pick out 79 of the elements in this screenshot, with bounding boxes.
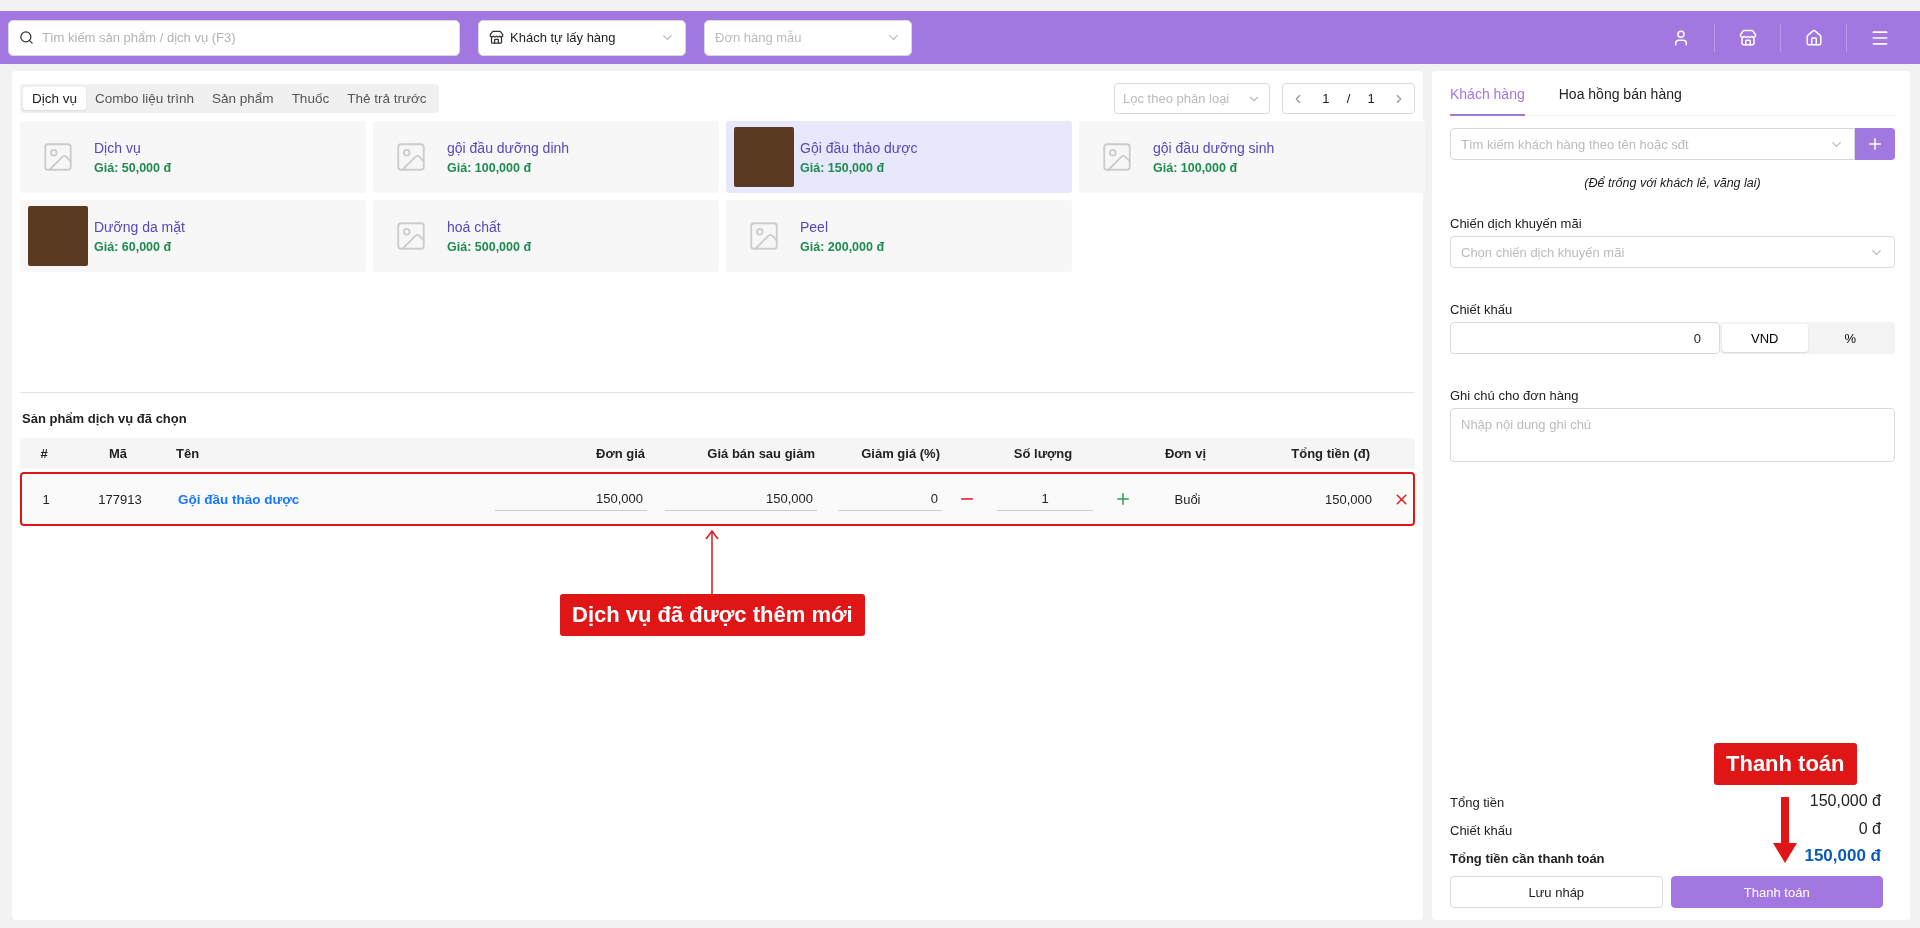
total-label: Tổng tiền cần thanh toán	[1450, 851, 1605, 866]
discount-input[interactable]: 0	[1450, 322, 1720, 354]
unit-option[interactable]: %	[1807, 324, 1893, 352]
column-header: #	[39, 446, 49, 461]
item-name-link[interactable]: Gội đầu thảo dược	[170, 491, 485, 507]
product-card[interactable]: Gội đầu thảo dược Giá: 150,000 đ	[726, 121, 1072, 193]
page-total: 1	[1367, 91, 1375, 106]
table-cell-text: 1	[41, 491, 51, 507]
delivery-select[interactable]: Khách tự lấy hàng	[478, 19, 686, 56]
product-price: Giá: 500,000 đ	[447, 239, 532, 254]
table-cell-text: Buổi	[1173, 491, 1202, 507]
product-card[interactable]: Dịch vụ Giá: 50,000 đ	[20, 121, 366, 193]
category-tab[interactable]: Thuốc	[282, 87, 339, 110]
product-price: Giá: 200,000 đ	[800, 239, 885, 254]
column-header: Tổng tiền (đ)	[1290, 446, 1371, 461]
category-tab[interactable]: Dịch vụ	[23, 87, 86, 110]
panel-tab[interactable]: Khách hàng	[1450, 81, 1525, 116]
column-header: Tên	[175, 446, 201, 461]
search-icon	[19, 30, 34, 45]
product-card[interactable]: gội đầu dưỡng dinh Giá: 100,000 đ	[373, 121, 719, 193]
product-price: Giá: 50,000 đ	[94, 160, 172, 175]
photo-placeholder	[734, 127, 794, 187]
total-value: 150,000 đ	[1809, 792, 1881, 810]
product-card[interactable]: Dưỡng da mặt Giá: 60,000 đ	[20, 200, 366, 272]
total-label: Chiết khấu	[1450, 823, 1513, 838]
product-name: gội đầu dưỡng sinh	[1153, 139, 1275, 156]
total-value: 0 đ	[1858, 820, 1881, 838]
quantity-input[interactable]: 1	[997, 487, 1093, 511]
store-icon	[489, 30, 504, 45]
product-card[interactable]: hoá chất Giá: 500,000 đ	[373, 200, 719, 272]
table-cell-text: 177913	[97, 491, 143, 507]
search-input[interactable]: Tìm kiếm sản phẩm / dịch vụ (F3)	[40, 29, 449, 46]
plus-icon	[1866, 135, 1884, 153]
page-separator: /	[1346, 91, 1351, 106]
search-field[interactable]: Tìm kiếm sản phẩm / dịch vụ (F3)	[8, 19, 460, 56]
product-name: hoá chất	[447, 218, 502, 235]
annotation-label: Dịch vụ đã được thêm mới	[560, 594, 865, 636]
column-header: Đơn giá	[595, 446, 646, 461]
annotation-arrow	[1773, 797, 1798, 863]
product-name: gội đầu dưỡng dinh	[447, 139, 570, 156]
product-price: Giá: 150,000 đ	[800, 160, 886, 175]
category-tab[interactable]: Sản phẩm	[203, 87, 283, 110]
product-card[interactable]: Peel Giá: 200,000 đ	[726, 200, 1072, 272]
save-draft-button[interactable]: Lưu nháp	[1450, 876, 1663, 908]
section-title: Sản phẩm dịch vụ đã chọn	[22, 411, 188, 426]
product-price: Giá: 100,000 đ	[447, 160, 533, 175]
product-card[interactable]: gội đầu dưỡng sinh Giá: 100,000 đ	[1079, 121, 1425, 193]
page-number: 1	[1322, 91, 1330, 106]
column-header: Giảm giá (%)	[860, 446, 941, 461]
field-label: Ghi chú cho đơn hàng	[1450, 388, 1580, 403]
table-cell-text: 150,000	[1324, 491, 1373, 507]
unit-price-input[interactable]: 150,000	[495, 487, 647, 511]
category-tab[interactable]: Thẻ trả trước	[338, 87, 436, 110]
panel-tab[interactable]: Hoa hồng bán hàng	[1558, 81, 1682, 116]
note-field[interactable]: Nhập nội dung ghi chú	[1450, 408, 1895, 462]
total-label: Tổng tiền	[1450, 795, 1505, 810]
discount-input[interactable]: 0	[838, 487, 942, 511]
add-customer-button[interactable]	[1855, 128, 1895, 160]
product-name: Dưỡng da mặt	[94, 218, 185, 235]
total-value: 150,000 đ	[1804, 846, 1881, 866]
photo-placeholder	[28, 206, 88, 266]
product-price: Giá: 100,000 đ	[1153, 160, 1239, 175]
product-name: Dịch vụ	[94, 139, 142, 156]
column-header: Đơn vị	[1164, 446, 1207, 461]
product-name: Gội đầu thảo dược	[800, 139, 918, 156]
sale-price-input[interactable]: 150,000	[665, 487, 817, 511]
annotation-label: Thanh toán	[1714, 743, 1857, 785]
product-name: Peel	[800, 218, 830, 235]
product-price: Giá: 60,000 đ	[94, 239, 173, 254]
field-label: Chiến dịch khuyến mãi	[1450, 216, 1583, 231]
customer-hint: (Để trống với khách lẻ, vãng lai)	[1583, 176, 1762, 190]
category-tab[interactable]: Combo liệu trình	[86, 87, 204, 110]
unit-option[interactable]: VND	[1722, 324, 1808, 352]
plus-icon[interactable]	[1114, 490, 1132, 508]
column-header: Mã	[107, 446, 129, 461]
column-header: Giá bán sau giảm	[706, 446, 816, 461]
field-label: Chiết khấu	[1450, 302, 1514, 317]
annotation-arrow	[705, 530, 720, 594]
column-header: Số lượng	[1012, 446, 1074, 461]
